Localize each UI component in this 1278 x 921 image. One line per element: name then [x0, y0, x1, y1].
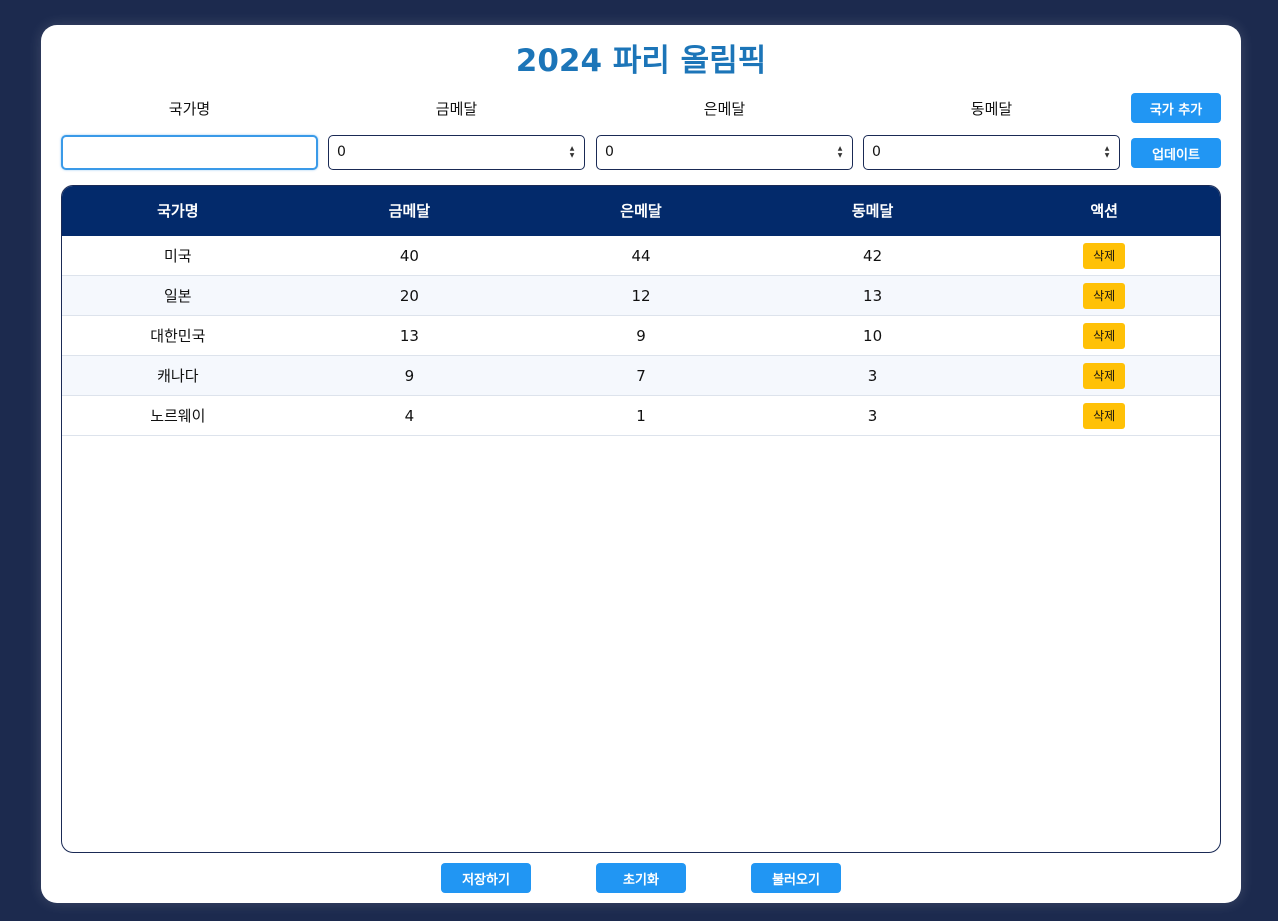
cell-bronze: 3: [867, 407, 878, 425]
table-row: 미국 40 44 42 삭제: [62, 236, 1220, 276]
gold-input-value: 0: [337, 144, 346, 160]
header-action: 액션: [1090, 202, 1118, 220]
cell-country: 일본: [163, 287, 192, 305]
medal-table: 국가명 금메달 은메달 동메달 액션 미국 40 44 42 삭제 일본 20 …: [61, 185, 1221, 853]
cell-silver: 12: [631, 287, 651, 305]
cell-country: 캐나다: [157, 367, 199, 385]
bronze-input[interactable]: 0 ▲ ▼: [863, 135, 1120, 170]
silver-spinner-icon[interactable]: ▲ ▼: [836, 145, 844, 161]
cell-gold: 9: [404, 367, 415, 385]
cell-bronze: 3: [867, 367, 878, 385]
delete-button[interactable]: 삭제: [1083, 283, 1126, 309]
cell-silver: 1: [636, 407, 646, 425]
silver-input[interactable]: 0 ▲ ▼: [596, 135, 853, 170]
table-row: 대한민국 13 9 10 삭제: [62, 316, 1220, 356]
bronze-input-value: 0: [872, 144, 881, 160]
country-label: 국가명: [168, 100, 211, 118]
cell-action: 삭제: [988, 276, 1220, 315]
silver-input-value: 0: [605, 144, 614, 160]
cell-silver: 9: [636, 327, 646, 345]
cell-gold: 4: [404, 407, 415, 425]
cell-gold: 20: [399, 287, 419, 305]
delete-button[interactable]: 삭제: [1083, 323, 1126, 349]
cell-bronze: 42: [863, 247, 883, 265]
cell-silver: 44: [631, 247, 651, 265]
footer-actions: 저장하기 초기화 불러오기: [41, 863, 1241, 893]
form-labels: 국가명 금메달 은메달 동메달: [61, 93, 1221, 125]
silver-label: 은메달: [703, 100, 746, 118]
country-input[interactable]: [61, 135, 318, 170]
main-card: 2024 파리 올림픽 국가명 금메달 은메달 동메달 국가 추가 0 ▲ ▼ 0…: [41, 25, 1241, 903]
header-bronze: 동메달: [851, 202, 894, 220]
update-button[interactable]: 업데이트: [1131, 138, 1221, 168]
delete-button[interactable]: 삭제: [1083, 363, 1126, 389]
cell-bronze: 13: [863, 287, 883, 305]
add-country-button[interactable]: 국가 추가: [1131, 93, 1221, 123]
page-title: 2024 파리 올림픽: [515, 43, 767, 79]
header-country: 국가명: [157, 202, 199, 220]
header-gold: 금메달: [388, 202, 431, 220]
gold-label: 금메달: [435, 100, 478, 118]
bronze-spinner-icon[interactable]: ▲ ▼: [1103, 145, 1111, 161]
cell-action: 삭제: [988, 316, 1220, 355]
cell-gold: 13: [399, 327, 419, 345]
save-button[interactable]: 저장하기: [441, 863, 531, 893]
bronze-label: 동메달: [970, 100, 1013, 118]
table-row: 일본 20 12 13 삭제: [62, 276, 1220, 316]
table-row: 캐나다 9 7 3 삭제: [62, 356, 1220, 396]
cell-action: 삭제: [988, 356, 1220, 395]
gold-spinner-icon[interactable]: ▲ ▼: [568, 145, 576, 161]
delete-button[interactable]: 삭제: [1083, 243, 1126, 269]
load-button[interactable]: 불러오기: [751, 863, 841, 893]
cell-action: 삭제: [988, 396, 1220, 435]
delete-button[interactable]: 삭제: [1083, 403, 1126, 429]
gold-input[interactable]: 0 ▲ ▼: [328, 135, 585, 170]
table-row: 노르웨이 4 1 3 삭제: [62, 396, 1220, 436]
cell-action: 삭제: [988, 236, 1220, 275]
reset-button[interactable]: 초기화: [596, 863, 686, 893]
cell-country: 노르웨이: [150, 407, 206, 425]
header-silver: 은메달: [620, 202, 662, 220]
form-inputs: 0 ▲ ▼ 0 ▲ ▼ 0 ▲ ▼: [61, 135, 1221, 170]
cell-country: 대한민국: [150, 327, 206, 345]
cell-country: 미국: [163, 247, 192, 265]
cell-bronze: 10: [863, 327, 883, 345]
cell-silver: 7: [636, 367, 646, 385]
table-header: 국가명 금메달 은메달 동메달 액션: [62, 186, 1220, 236]
cell-gold: 40: [399, 247, 419, 265]
